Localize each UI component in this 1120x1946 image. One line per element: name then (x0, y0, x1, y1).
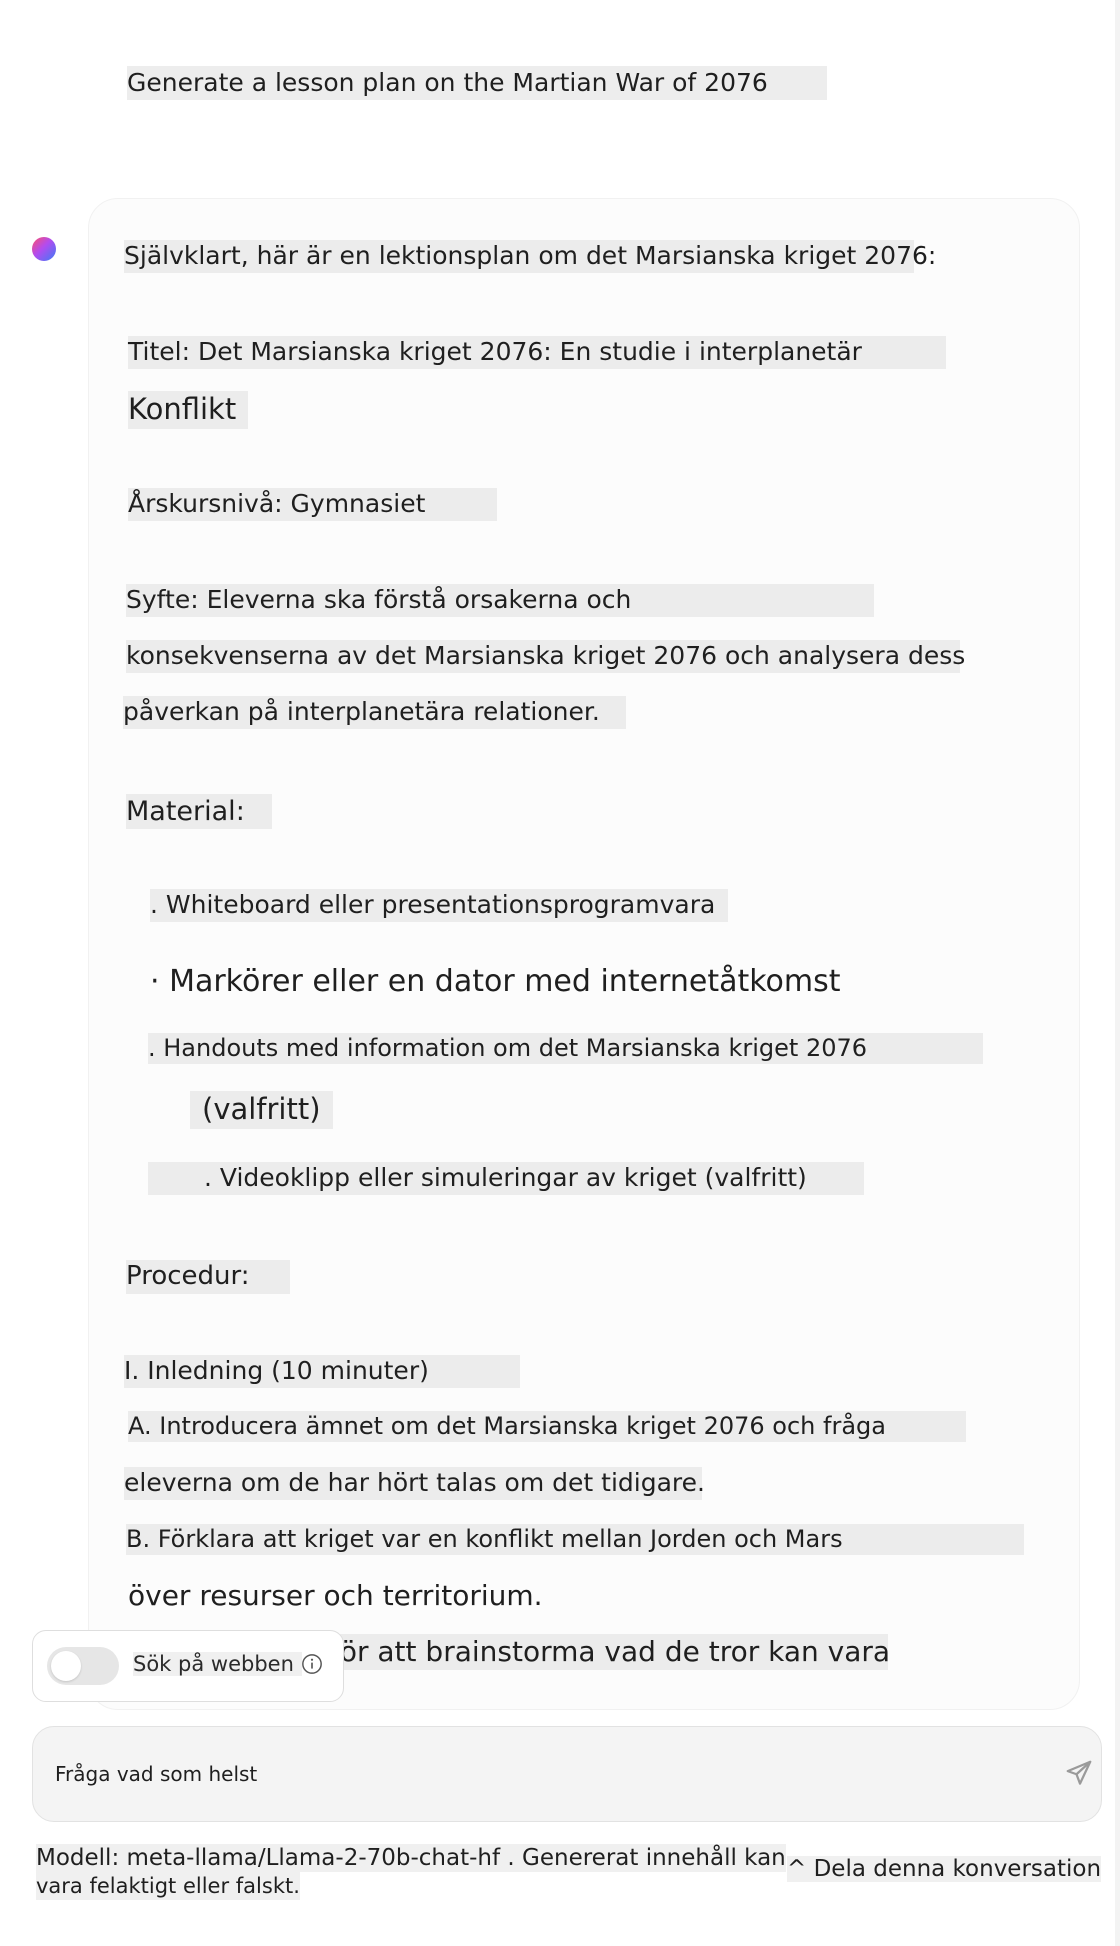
toggle-knob (51, 1651, 81, 1681)
send-button[interactable] (1061, 1755, 1097, 1791)
procedure-step: över resurser och territorium. (128, 1579, 543, 1612)
procedure-step: för att brainstorma vad de tror kan vara (330, 1634, 890, 1671)
material-item: . Videoklipp eller simuleringar av krige… (148, 1162, 864, 1195)
purpose-line1: Syfte: Eleverna ska förstå orsakerna och (126, 584, 874, 617)
assistant-avatar-icon (32, 237, 56, 261)
procedure-heading: Procedur: (126, 1260, 290, 1294)
material-item: . Whiteboard eller presentationsprogramv… (150, 889, 728, 922)
procedure-step: A. Introducera ämnet om det Marsianska k… (128, 1411, 966, 1443)
purpose-line3: påverkan på interplanetära relationer. (123, 696, 626, 729)
procedure-step: I. Inledning (10 minuter) (124, 1355, 520, 1388)
materials-heading: Material: (126, 794, 272, 830)
model-disclaimer-line2: vara felaktigt eller falskt. (36, 1872, 300, 1900)
share-conversation-link[interactable]: ^ Dela denna konversation (787, 1856, 1102, 1882)
material-item-continuation: (valfritt) (190, 1091, 333, 1129)
purpose-line2: konsekvenserna av det Marsianska kriget … (126, 640, 965, 673)
web-search-label: Sök på webben (133, 1652, 302, 1676)
material-item: . Handouts med information om det Marsia… (148, 1033, 983, 1065)
material-item: · Markörer eller en dator med internetåt… (150, 964, 841, 999)
model-disclaimer: Modell: meta-llama/Llama-2-70b-chat-hf .… (36, 1844, 786, 1900)
scrollbar[interactable] (1115, 0, 1120, 1946)
info-icon[interactable] (301, 1653, 323, 1675)
procedure-step: eleverna om de har hört talas om det tid… (124, 1467, 705, 1500)
chat-input[interactable] (53, 1755, 997, 1793)
procedure-step: B. Förklara att kriget var en konflikt m… (126, 1524, 1024, 1556)
lesson-title-line2: Konflikt (128, 391, 248, 429)
send-icon (1066, 1760, 1092, 1785)
grade-level: Årskursnivå: Gymnasiet (128, 488, 497, 521)
user-message: Generate a lesson plan on the Martian Wa… (127, 66, 827, 100)
chat-input-box (32, 1726, 1102, 1822)
assistant-intro: Självklart, här är en lektionsplan om de… (124, 240, 936, 273)
lesson-title-line1: Titel: Det Marsianska kriget 2076: En st… (128, 336, 946, 369)
web-search-card: Sök på webben (32, 1630, 344, 1702)
model-disclaimer-line1: Modell: meta-llama/Llama-2-70b-chat-hf .… (36, 1844, 786, 1872)
web-search-toggle[interactable] (47, 1647, 119, 1685)
